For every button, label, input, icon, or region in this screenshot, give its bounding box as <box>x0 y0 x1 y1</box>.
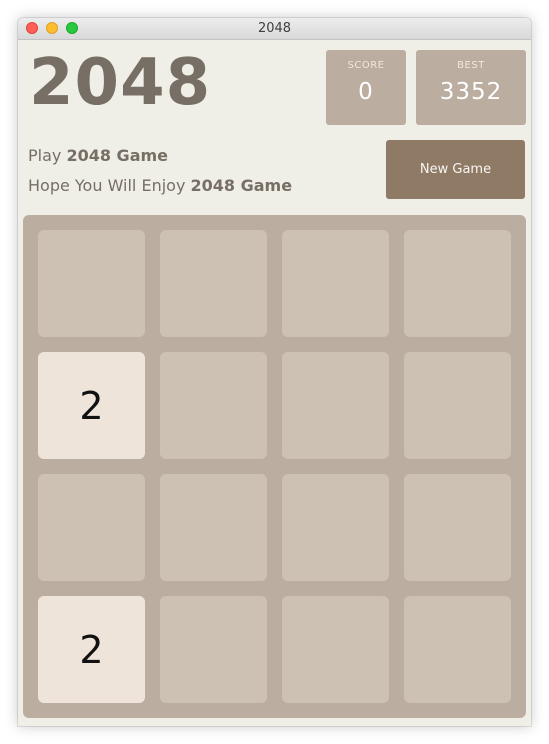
score-box: SCORE 0 <box>326 50 406 125</box>
tile: 2 <box>38 352 145 459</box>
empty-cell <box>38 230 145 337</box>
empty-cell <box>160 352 267 459</box>
tagline-game-name: 2048 Game <box>190 176 293 195</box>
subtitle-game-name: 2048 Game <box>66 146 169 165</box>
tagline-prefix: Hope You Will Enjoy <box>28 176 191 195</box>
empty-cell <box>282 352 389 459</box>
empty-cell <box>38 474 145 581</box>
game-window: 2048 2048 SCORE 0 BEST 3352 Play 2048 Ga… <box>18 18 531 726</box>
empty-cell <box>160 230 267 337</box>
empty-cell <box>404 230 511 337</box>
best-score-label: BEST <box>457 60 485 71</box>
game-tagline: Hope You Will Enjoy 2048 Game <box>28 176 292 195</box>
empty-cell <box>282 474 389 581</box>
tile: 2 <box>38 596 145 703</box>
best-score-box: BEST 3352 <box>416 50 526 125</box>
title-bar[interactable]: 2048 <box>18 18 531 40</box>
game-title: 2048 <box>29 46 212 120</box>
game-subtitle: Play 2048 Game <box>28 146 168 165</box>
empty-cell <box>282 230 389 337</box>
empty-cell <box>404 596 511 703</box>
subtitle-prefix: Play <box>28 146 67 165</box>
best-score-value: 3352 <box>439 79 503 105</box>
window-title: 2048 <box>257 21 292 36</box>
score-label: SCORE <box>347 60 385 71</box>
empty-cell <box>160 474 267 581</box>
empty-cell <box>404 352 511 459</box>
new-game-button[interactable]: New Game <box>386 140 525 199</box>
game-board: 22 <box>23 215 526 718</box>
score-value: 0 <box>358 79 374 105</box>
empty-cell <box>404 474 511 581</box>
empty-cell <box>282 596 389 703</box>
empty-cell <box>160 596 267 703</box>
